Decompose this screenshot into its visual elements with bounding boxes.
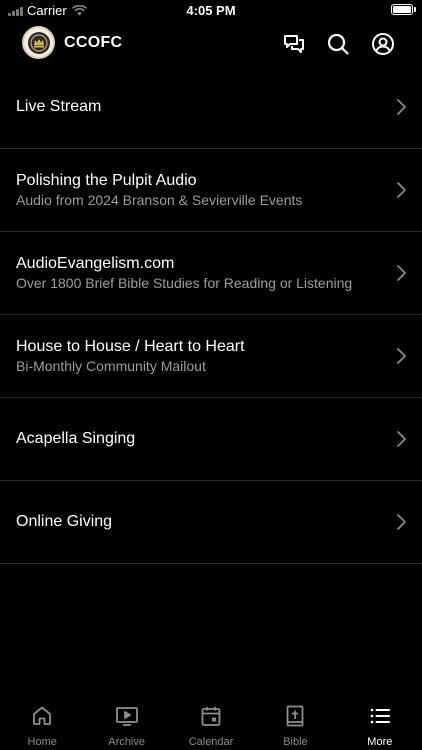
menu-item-texts: House to House / Heart to Heart Bi-Month… bbox=[16, 337, 372, 375]
account-button[interactable] bbox=[369, 30, 397, 58]
tab-home[interactable]: Home bbox=[0, 700, 84, 750]
tab-bible[interactable]: Bible bbox=[253, 700, 337, 750]
menu-item-title: Live Stream bbox=[16, 98, 102, 115]
status-time: 4:05 PM bbox=[186, 3, 236, 18]
chevron-right-icon bbox=[397, 431, 406, 447]
tab-label: Bible bbox=[283, 736, 308, 748]
account-icon bbox=[372, 33, 394, 55]
bible-icon bbox=[287, 705, 304, 727]
chevron-right-icon bbox=[397, 99, 406, 115]
crest-icon bbox=[27, 31, 50, 54]
menu-item-acapella-singing[interactable]: Acapella Singing bbox=[0, 398, 422, 481]
calendar-icon bbox=[201, 707, 221, 726]
chevron-right-icon bbox=[397, 348, 406, 364]
menu-item-subtitle: Audio from 2024 Branson & Sevierville Ev… bbox=[16, 192, 303, 208]
menu-item-live-stream[interactable]: Live Stream bbox=[0, 66, 422, 149]
menu-item-subtitle: Over 1800 Brief Bible Studies for Readin… bbox=[16, 275, 353, 291]
menu-item-title: Online Giving bbox=[16, 513, 113, 530]
menu-item-title: Polishing the Pulpit Audio bbox=[16, 172, 197, 189]
menu-item-online-giving[interactable]: Online Giving bbox=[0, 481, 422, 564]
search-icon bbox=[327, 33, 349, 55]
battery-level bbox=[393, 6, 411, 13]
tab-label: Calendar bbox=[188, 736, 234, 748]
chat-icon bbox=[284, 35, 304, 53]
tab-label: Home bbox=[27, 736, 57, 748]
status-bar: Carrier 4:05 PM bbox=[0, 0, 422, 22]
app-logo[interactable] bbox=[22, 26, 55, 59]
tab-bar: Home Archive Calendar Bible More bbox=[0, 700, 422, 750]
menu-item-subtitle: Bi-Monthly Community Mailout bbox=[16, 358, 206, 374]
more-menu-list: Live Stream Polishing the Pulpit Audio A… bbox=[0, 66, 422, 564]
tab-label: More bbox=[367, 736, 393, 748]
home-icon bbox=[33, 706, 52, 725]
tab-archive[interactable]: Archive bbox=[84, 700, 168, 750]
tab-label: Archive bbox=[108, 736, 145, 748]
menu-item-title: AudioEvangelism.com bbox=[16, 255, 175, 272]
menu-item-title: House to House / Heart to Heart bbox=[16, 338, 245, 355]
menu-item-texts: Live Stream bbox=[16, 97, 372, 117]
tab-calendar[interactable]: Calendar bbox=[169, 700, 253, 750]
tab-more[interactable]: More bbox=[338, 700, 422, 750]
list-icon bbox=[370, 708, 390, 724]
menu-item-audio-evangelism[interactable]: AudioEvangelism.com Over 1800 Brief Bibl… bbox=[0, 232, 422, 315]
search-button[interactable] bbox=[324, 30, 352, 58]
chevron-right-icon bbox=[397, 182, 406, 198]
menu-item-house-to-house[interactable]: House to House / Heart to Heart Bi-Month… bbox=[0, 315, 422, 398]
chevron-right-icon bbox=[397, 265, 406, 281]
app-title: CCOFC bbox=[64, 34, 123, 51]
menu-item-title: Acapella Singing bbox=[16, 430, 136, 447]
app-header: CCOFC bbox=[0, 22, 422, 66]
battery-icon bbox=[391, 4, 413, 15]
chevron-right-icon bbox=[397, 514, 406, 530]
chat-button[interactable] bbox=[280, 30, 308, 58]
menu-item-texts: AudioEvangelism.com Over 1800 Brief Bibl… bbox=[16, 254, 372, 292]
menu-item-polishing-the-pulpit[interactable]: Polishing the Pulpit Audio Audio from 20… bbox=[0, 149, 422, 232]
menu-item-texts: Acapella Singing bbox=[16, 429, 372, 449]
menu-item-texts: Online Giving bbox=[16, 512, 372, 532]
menu-item-texts: Polishing the Pulpit Audio Audio from 20… bbox=[16, 171, 372, 209]
battery-tip bbox=[414, 7, 416, 12]
archive-icon bbox=[115, 707, 138, 726]
